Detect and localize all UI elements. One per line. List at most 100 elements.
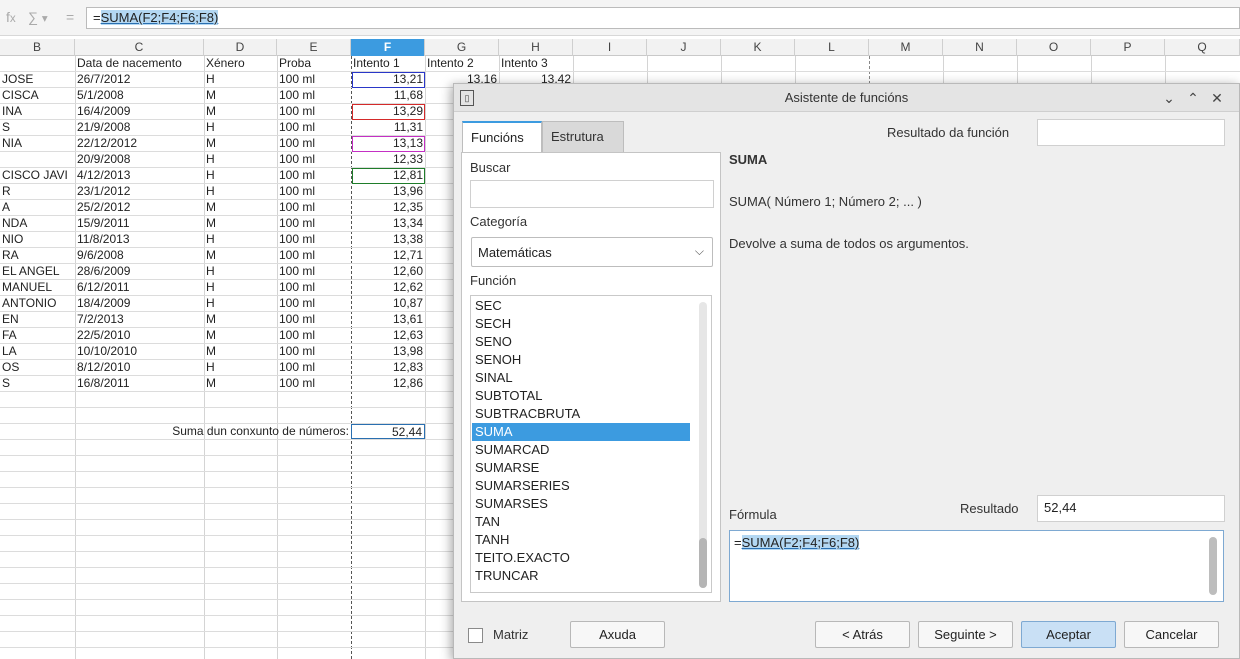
formula-equals-icon[interactable]: =: [66, 9, 74, 25]
cell-f[interactable]: 13,34: [351, 216, 425, 231]
cell-d[interactable]: M: [204, 344, 277, 359]
close-icon[interactable]: ✕: [1208, 89, 1226, 107]
function-wizard-icon[interactable]: fx: [6, 9, 16, 25]
cell-c[interactable]: 16/4/2009: [75, 104, 204, 119]
cell-e[interactable]: 100 ml: [277, 312, 351, 327]
search-input[interactable]: [470, 180, 714, 208]
cell-c[interactable]: 11/8/2013: [75, 232, 204, 247]
column-header-g[interactable]: G: [425, 39, 499, 56]
cell-e[interactable]: Proba: [277, 56, 351, 71]
cell-c[interactable]: 16/8/2011: [75, 376, 204, 391]
back-button[interactable]: < Atrás: [815, 621, 910, 648]
cell-e[interactable]: 100 ml: [277, 296, 351, 311]
dialog-titlebar[interactable]: ▯ Asistente de funcións ⌄ ⌃ ✕: [454, 84, 1239, 112]
column-header-c[interactable]: C: [75, 39, 204, 56]
function-item[interactable]: TAN: [472, 513, 690, 531]
cell-b[interactable]: INA: [0, 104, 75, 119]
cell-c[interactable]: Data de nacemento: [75, 56, 204, 71]
cell-c[interactable]: 22/5/2010: [75, 328, 204, 343]
cell-e[interactable]: 100 ml: [277, 152, 351, 167]
column-header-h[interactable]: H: [499, 39, 573, 56]
function-item[interactable]: SINAL: [472, 369, 690, 387]
cell-f[interactable]: 13,61: [351, 312, 425, 327]
column-header-i[interactable]: I: [573, 39, 647, 56]
cell-b[interactable]: A: [0, 200, 75, 215]
cell-e[interactable]: 100 ml: [277, 136, 351, 151]
matriz-checkbox[interactable]: [468, 628, 483, 643]
cell-c[interactable]: 8/12/2010: [75, 360, 204, 375]
cell-c[interactable]: 18/4/2009: [75, 296, 204, 311]
sum-cell[interactable]: 52,44: [351, 424, 425, 439]
function-item[interactable]: SUMARSES: [472, 495, 690, 513]
cell-d[interactable]: M: [204, 104, 277, 119]
sum-label[interactable]: Suma dun conxunto de números:: [75, 424, 351, 439]
cell-f[interactable]: 12,60: [351, 264, 425, 279]
cell-f[interactable]: 10,87: [351, 296, 425, 311]
column-header-b[interactable]: B: [0, 39, 75, 56]
cell-d[interactable]: H: [204, 168, 277, 183]
cell-e[interactable]: 100 ml: [277, 104, 351, 119]
maximize-icon[interactable]: ⌃: [1184, 89, 1202, 107]
cell-b[interactable]: S: [0, 376, 75, 391]
function-item[interactable]: SUBTRACBRUTA: [472, 405, 690, 423]
function-item[interactable]: TANH: [472, 531, 690, 549]
cell-b[interactable]: LA: [0, 344, 75, 359]
cell-d[interactable]: M: [204, 216, 277, 231]
cell-e[interactable]: 100 ml: [277, 216, 351, 231]
cell-b[interactable]: R: [0, 184, 75, 199]
cell-d[interactable]: M: [204, 88, 277, 103]
cell-e[interactable]: 100 ml: [277, 248, 351, 263]
cell-e[interactable]: 100 ml: [277, 120, 351, 135]
cell-e[interactable]: 100 ml: [277, 88, 351, 103]
function-list-scrollbar[interactable]: [699, 302, 707, 588]
cell-c[interactable]: 15/9/2011: [75, 216, 204, 231]
category-select[interactable]: Matemáticas ⌵: [471, 237, 713, 267]
cell-b[interactable]: NIA: [0, 136, 75, 151]
cell-b[interactable]: CISCO JAVI: [0, 168, 75, 183]
cell-b[interactable]: JOSE: [0, 72, 75, 87]
cell-e[interactable]: 100 ml: [277, 264, 351, 279]
function-item[interactable]: SENOH: [472, 351, 690, 369]
cell-e[interactable]: 100 ml: [277, 344, 351, 359]
header-row[interactable]: Data de nacemento Xénero Proba Intento 1 Int…: [0, 56, 1240, 72]
cell-d[interactable]: M: [204, 136, 277, 151]
column-header-p[interactable]: P: [1091, 39, 1165, 56]
column-header-m[interactable]: M: [869, 39, 943, 56]
cell-b[interactable]: MANUEL: [0, 280, 75, 295]
column-header-l[interactable]: L: [795, 39, 869, 56]
cell-c[interactable]: 25/2/2012: [75, 200, 204, 215]
tab-funcions[interactable]: Funcións: [462, 121, 542, 154]
cell-f[interactable]: 12,35: [351, 200, 425, 215]
cell-c[interactable]: 4/12/2013: [75, 168, 204, 183]
ok-button[interactable]: Aceptar: [1021, 621, 1116, 648]
cell-d[interactable]: M: [204, 248, 277, 263]
column-header-f[interactable]: F: [351, 39, 425, 56]
cell-d[interactable]: M: [204, 312, 277, 327]
cell-f[interactable]: 11,68: [351, 88, 425, 103]
cell-e[interactable]: 100 ml: [277, 72, 351, 87]
function-item[interactable]: TRUNCAR: [472, 567, 690, 585]
cell-f[interactable]: 13,96: [351, 184, 425, 199]
cell-b[interactable]: FA: [0, 328, 75, 343]
function-item[interactable]: SEC: [472, 297, 690, 315]
cell-d[interactable]: H: [204, 184, 277, 199]
column-header-e[interactable]: E: [277, 39, 351, 56]
cell-e[interactable]: 100 ml: [277, 200, 351, 215]
minimize-icon[interactable]: ⌄: [1160, 89, 1178, 107]
sum-icon[interactable]: ∑ ▾: [28, 9, 48, 25]
cell-d[interactable]: H: [204, 120, 277, 135]
cell-d[interactable]: H: [204, 264, 277, 279]
cell-c[interactable]: 9/6/2008: [75, 248, 204, 263]
cell-d[interactable]: Xénero: [204, 56, 277, 71]
cell-c[interactable]: 21/9/2008: [75, 120, 204, 135]
function-list[interactable]: SEC SECH SENO SENOH SINAL SUBTOTAL SUBTRACBRUT…: [470, 295, 712, 593]
cell-d[interactable]: H: [204, 360, 277, 375]
cell-f[interactable]: 12,86: [351, 376, 425, 391]
function-item[interactable]: SUMA: [472, 423, 690, 441]
function-item[interactable]: TEITO.EXACTO: [472, 549, 690, 567]
cell-e[interactable]: 100 ml: [277, 168, 351, 183]
scrollbar-thumb[interactable]: [699, 538, 707, 588]
cell-b[interactable]: EL ANGEL: [0, 264, 75, 279]
cell-d[interactable]: H: [204, 280, 277, 295]
cell-h[interactable]: Intento 3: [499, 56, 573, 71]
